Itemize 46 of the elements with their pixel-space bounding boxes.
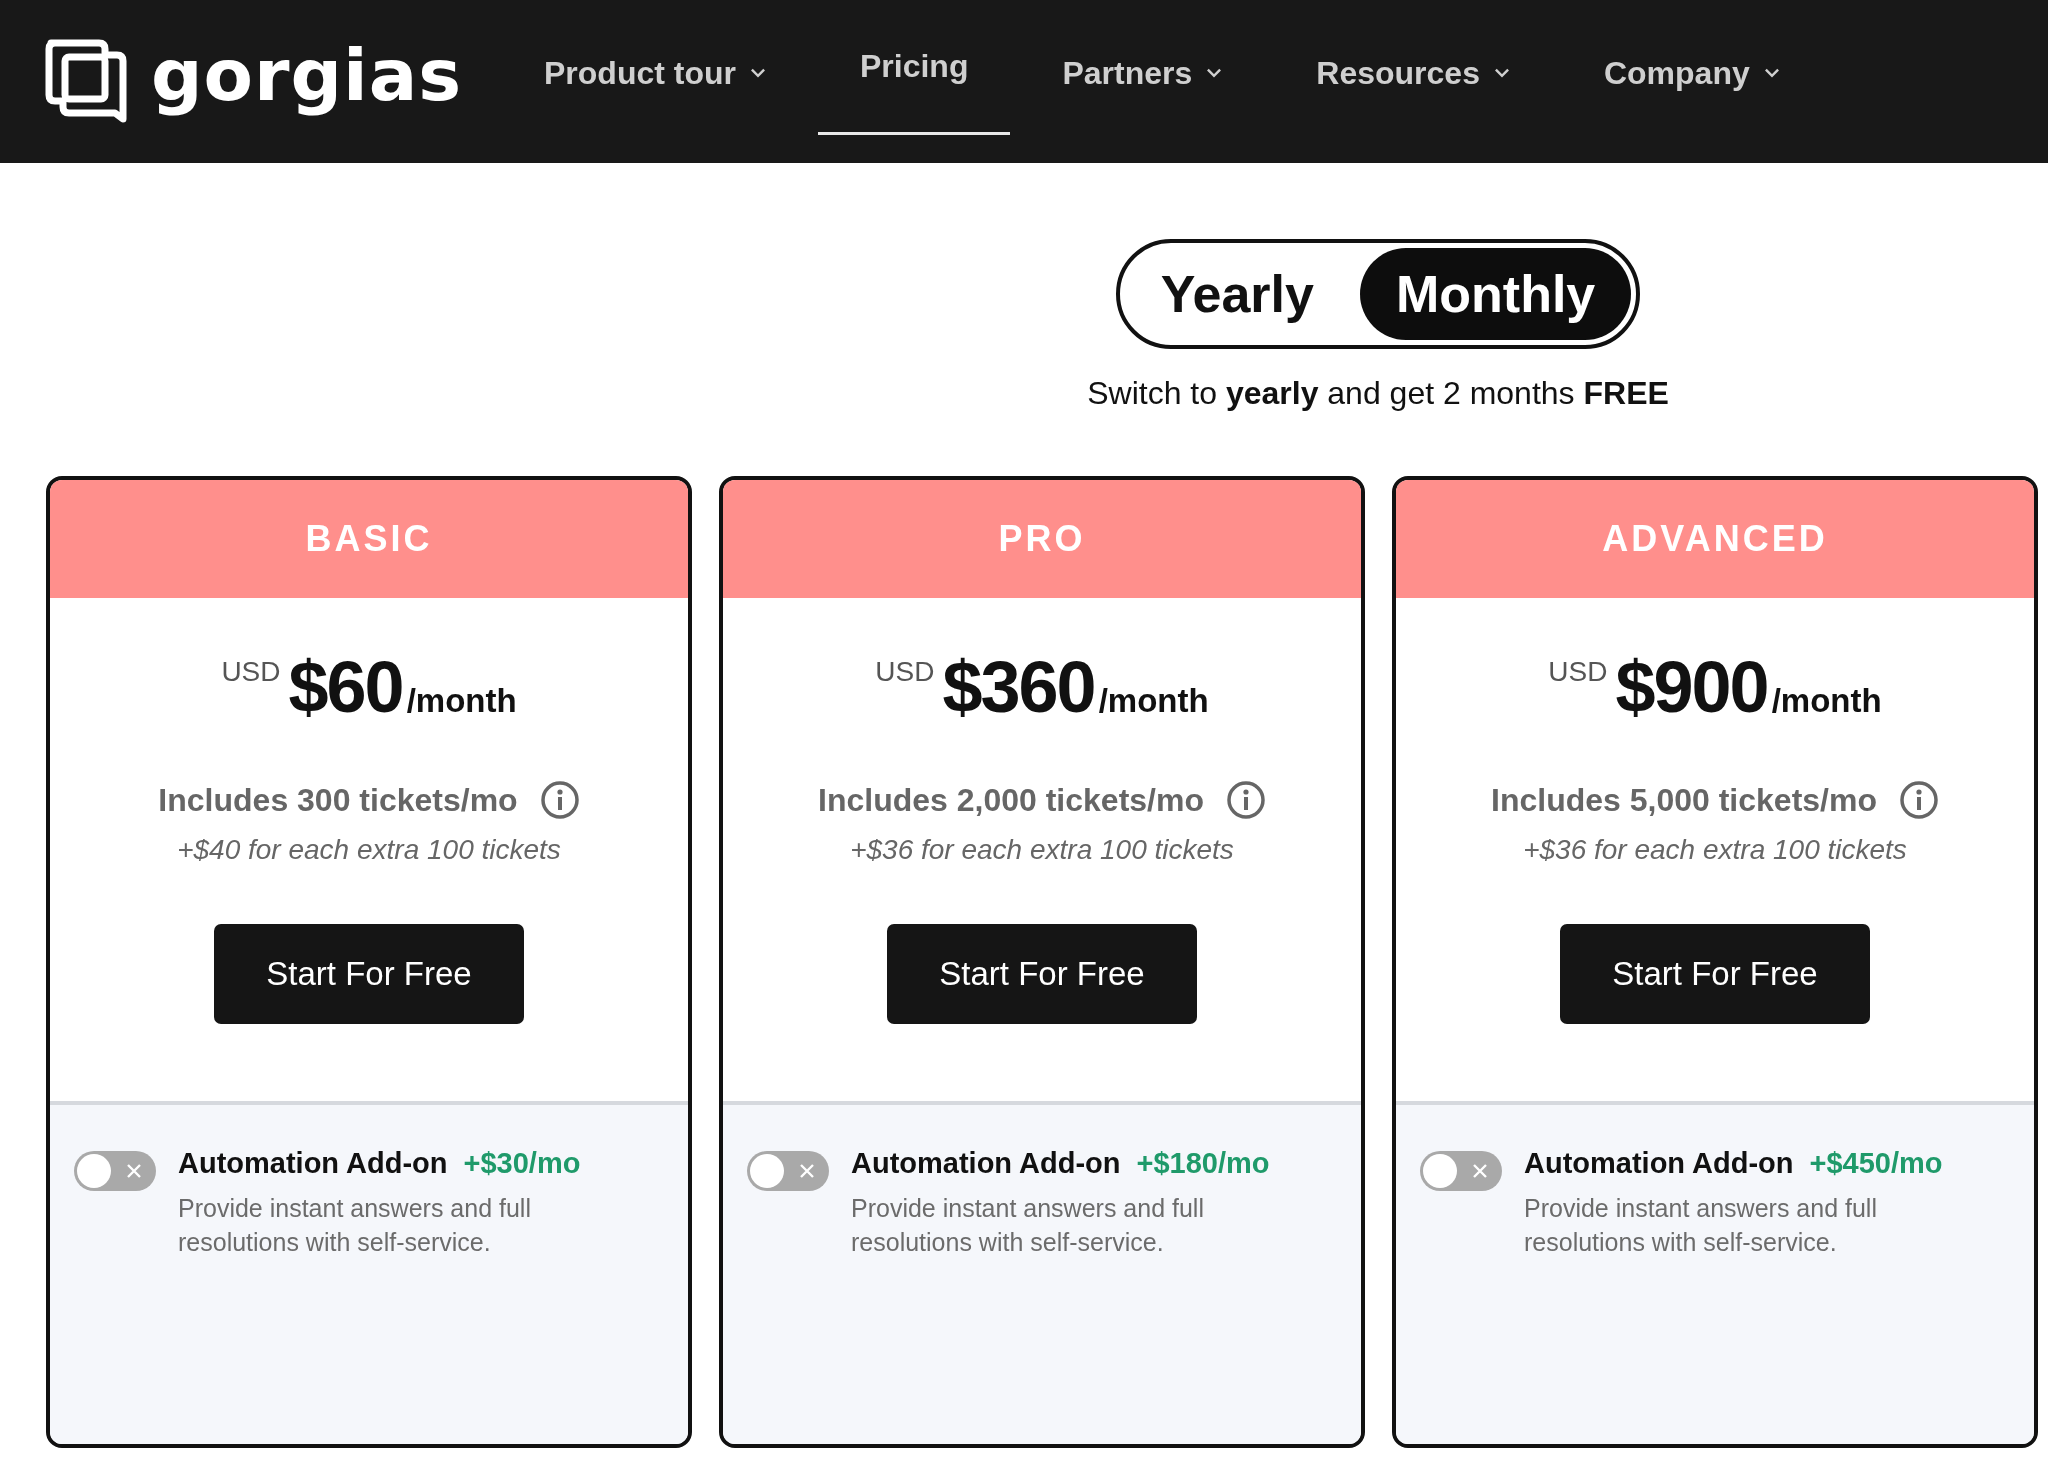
addon-description: Provide instant answers and full resolutions with self-service. bbox=[1524, 1193, 1878, 1258]
price-period: /month bbox=[1771, 682, 1882, 720]
addon-description: Provide instant answers and full resolutions with self-service. bbox=[851, 1193, 1205, 1258]
nav-link[interactable]: Partners bbox=[1020, 0, 1265, 163]
addon-title: Automation Add-on bbox=[1524, 1147, 1794, 1180]
currency-label: USD bbox=[221, 656, 281, 688]
addon-price: +$180/mo bbox=[1136, 1147, 1270, 1180]
price-period: /month bbox=[1098, 682, 1209, 720]
currency-label: USD bbox=[1548, 656, 1608, 688]
nav-link[interactable]: Company bbox=[1561, 0, 1822, 163]
addon-title: Automation Add-on bbox=[851, 1147, 1121, 1180]
start-free-button[interactable]: Start For Free bbox=[214, 924, 524, 1024]
start-free-button[interactable]: Start For Free bbox=[887, 924, 1197, 1024]
plan-name: PRO bbox=[998, 518, 1086, 560]
addon-toggle[interactable] bbox=[74, 1151, 156, 1191]
info-icon[interactable] bbox=[1225, 780, 1266, 820]
info-icon[interactable] bbox=[539, 780, 580, 820]
extra-tickets-price: +$36 for each extra 100 tickets bbox=[850, 834, 1234, 866]
billing-option[interactable]: Monthly bbox=[1360, 248, 1632, 340]
nav-link[interactable]: Product tour bbox=[502, 0, 808, 163]
addon-description: Provide instant answers and full resolutions with self-service. bbox=[178, 1193, 532, 1258]
price-amount: $900 bbox=[1615, 646, 1768, 728]
tickets-included: Includes 5,000 tickets/mo bbox=[1491, 781, 1877, 819]
addon-price: +$30/mo bbox=[463, 1147, 581, 1180]
yearly-promo-text: Switch to yearly and get 2 months FREE bbox=[1087, 375, 1669, 412]
nav-link[interactable]: Pricing bbox=[818, 0, 1011, 135]
addon-title: Automation Add-on bbox=[178, 1147, 448, 1180]
logo-wordmark[interactable]: gorgias bbox=[151, 38, 463, 125]
addon-toggle[interactable] bbox=[1420, 1151, 1502, 1191]
plan-name: ADVANCED bbox=[1602, 518, 1828, 560]
price-period: /month bbox=[406, 682, 517, 720]
tickets-included: Includes 2,000 tickets/mo bbox=[818, 781, 1204, 819]
start-free-button[interactable]: Start For Free bbox=[1560, 924, 1870, 1024]
price-amount: $360 bbox=[942, 646, 1095, 728]
plan-name: BASIC bbox=[305, 518, 433, 560]
extra-tickets-price: +$40 for each extra 100 tickets bbox=[177, 834, 561, 866]
billing-option[interactable]: Yearly bbox=[1124, 248, 1350, 340]
info-icon[interactable] bbox=[1898, 780, 1939, 820]
addon-price: +$450/mo bbox=[1809, 1147, 1943, 1180]
currency-label: USD bbox=[875, 656, 935, 688]
price-amount: $60 bbox=[288, 646, 403, 728]
addon-toggle[interactable] bbox=[747, 1151, 829, 1191]
nav-link[interactable]: Resources bbox=[1274, 0, 1552, 163]
extra-tickets-price: +$36 for each extra 100 tickets bbox=[1523, 834, 1907, 866]
tickets-included: Includes 300 tickets/mo bbox=[158, 781, 518, 819]
logo-icon[interactable] bbox=[45, 38, 129, 125]
